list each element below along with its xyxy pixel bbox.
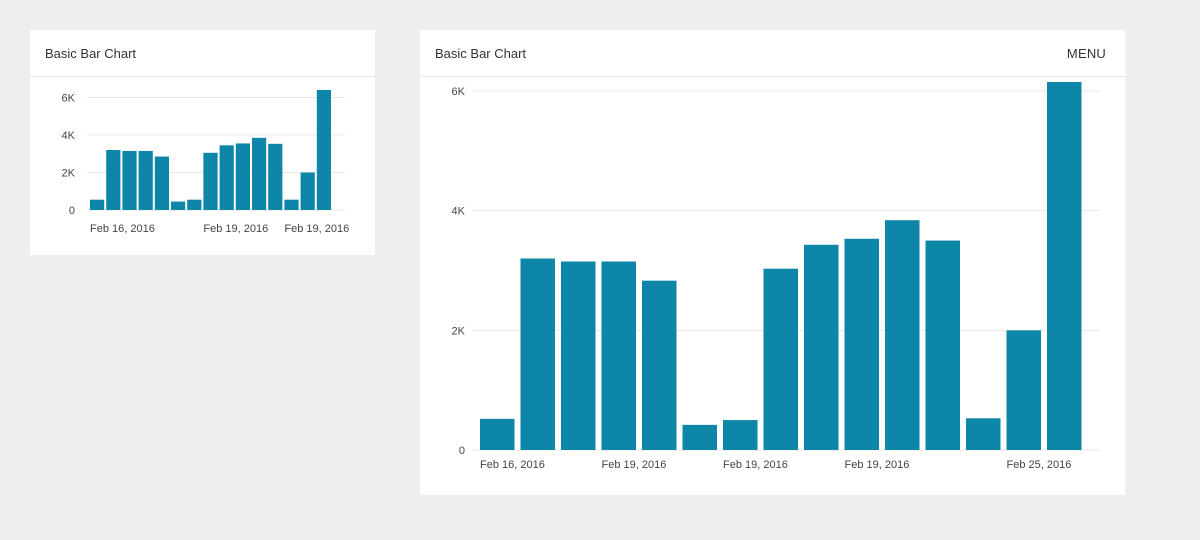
bar[interactable]	[106, 150, 121, 210]
x-tick-label: Feb 19, 2016	[602, 459, 667, 471]
bar[interactable]	[122, 150, 137, 210]
chart-card-large: Basic Bar Chart MENU 0 2K 4K 6K Feb 16, 2016…	[420, 30, 1125, 495]
bar[interactable]	[723, 420, 758, 450]
bar[interactable]	[90, 199, 105, 210]
bar[interactable]	[316, 90, 331, 210]
bar[interactable]	[284, 199, 299, 210]
y-tick-label: 2K	[452, 325, 466, 337]
y-tick-label: 6K	[452, 86, 466, 98]
bar[interactable]	[601, 261, 637, 450]
bar-chart-small: 0 2K 4K 6K Feb 16, 2016 Feb 19, 2016 Feb 19, 2…	[62, 90, 349, 235]
x-tick-label: Feb 19, 2016	[845, 459, 910, 471]
y-tick-label: 4K	[62, 130, 76, 142]
bar[interactable]	[219, 145, 234, 210]
x-tick-label: Feb 19, 2016	[284, 223, 349, 235]
bar[interactable]	[520, 258, 556, 450]
y-tick-label: 6K	[62, 93, 76, 105]
bar[interactable]	[682, 424, 718, 450]
bar[interactable]	[642, 280, 677, 450]
bar[interactable]	[763, 268, 799, 450]
x-tick-label: Feb 19, 2016	[723, 459, 788, 471]
bar[interactable]	[885, 220, 920, 450]
x-tick-label: Feb 19, 2016	[203, 223, 268, 235]
bar[interactable]	[804, 244, 839, 450]
bar[interactable]	[844, 238, 880, 450]
bar[interactable]	[561, 261, 596, 450]
bar[interactable]	[268, 143, 283, 210]
bar[interactable]	[203, 152, 218, 210]
y-tick-label: 2K	[62, 168, 76, 180]
bar[interactable]	[966, 418, 1001, 450]
y-tick-label: 0	[69, 205, 75, 217]
bar[interactable]	[171, 201, 186, 210]
x-tick-label: Feb 16, 2016	[90, 223, 155, 235]
bar[interactable]	[300, 172, 315, 211]
bar[interactable]	[1006, 330, 1042, 450]
bar[interactable]	[138, 150, 153, 210]
x-tick-label: Feb 25, 2016	[1007, 459, 1072, 471]
bar-chart-large: 0 2K 4K 6K Feb 16, 2016 Feb 19, 2016 Feb 19, 2…	[452, 82, 1100, 471]
y-tick-label: 0	[459, 445, 465, 457]
bar[interactable]	[1047, 82, 1082, 450]
chart-card-small: Basic Bar Chart 0 2K 4K 6K Feb 16, 2016 Feb 1…	[30, 30, 375, 255]
bar[interactable]	[252, 137, 267, 210]
bar[interactable]	[480, 418, 515, 450]
x-tick-label: Feb 16, 2016	[480, 459, 545, 471]
bar[interactable]	[154, 156, 169, 210]
bar[interactable]	[187, 199, 202, 210]
bar[interactable]	[925, 240, 961, 450]
bar[interactable]	[235, 143, 250, 210]
y-tick-label: 4K	[452, 206, 466, 218]
